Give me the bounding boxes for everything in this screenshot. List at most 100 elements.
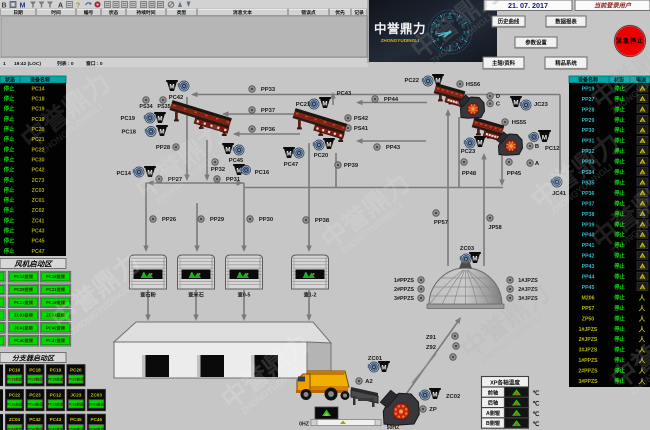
svg-text:优先: 优先 [335, 9, 345, 16]
svg-text:PC18变频: PC18变频 [46, 273, 66, 280]
svg-text:A侧辊: A侧辊 [486, 409, 501, 417]
svg-text:PP41: PP41 [582, 243, 595, 249]
svg-text:PC14: PC14 [116, 171, 131, 177]
svg-text:JC41变频: JC41变频 [14, 324, 33, 331]
svg-text:XP各轴温度: XP各轴温度 [490, 378, 520, 386]
svg-text:JC23: JC23 [70, 392, 81, 397]
svg-text:PC18: PC18 [29, 368, 41, 373]
svg-text:PC47: PC47 [32, 249, 45, 255]
svg-text:2C73: 2C73 [32, 178, 45, 184]
svg-text:PC30: PC30 [32, 157, 45, 163]
svg-text:2#PPZS: 2#PPZS [394, 287, 414, 293]
svg-text:PP28: PP28 [582, 107, 595, 113]
svg-text:前轴: 前轴 [488, 388, 498, 396]
svg-text:PC14变频: PC14变频 [14, 273, 34, 280]
svg-text:查1-2: 查1-2 [303, 291, 317, 299]
svg-text:人: 人 [639, 314, 646, 323]
svg-text:B: B [535, 144, 539, 150]
svg-text:停止: 停止 [4, 237, 15, 245]
svg-text:PC43: PC43 [337, 91, 352, 97]
svg-text:PC40变频: PC40变频 [14, 337, 34, 344]
svg-text:PC19启动: PC19启动 [48, 377, 64, 382]
svg-text:停止: 停止 [4, 135, 15, 143]
svg-text:19:42 (LOC): 19:42 (LOC) [14, 61, 41, 67]
svg-text:编号: 编号 [84, 9, 94, 16]
svg-text:1#JPZS: 1#JPZS [579, 327, 598, 333]
svg-text:停止: 停止 [4, 166, 15, 174]
svg-text:D: D [496, 94, 500, 100]
svg-text:持续时间: 持续时间 [136, 9, 155, 16]
svg-text:3#PPZS: 3#PPZS [578, 379, 598, 385]
svg-text:PC47变频: PC47变频 [46, 337, 66, 344]
svg-text:PC23: PC23 [461, 149, 476, 155]
svg-text:人: 人 [639, 324, 646, 333]
svg-text:PP57: PP57 [582, 306, 595, 312]
svg-text:50HZ: 50HZ [387, 425, 401, 430]
svg-text:M: M [286, 151, 291, 158]
svg-text:PP33: PP33 [261, 87, 276, 93]
svg-text:设备名称: 设备名称 [30, 77, 50, 84]
svg-text:ZC04启动: ZC04启动 [7, 426, 23, 430]
svg-text:PP38: PP38 [582, 212, 595, 218]
svg-text:停止: 停止 [4, 227, 15, 235]
svg-text:ZC03启动: ZC03启动 [89, 402, 105, 407]
svg-text:ZC01: ZC01 [32, 198, 45, 204]
svg-text:PP48: PP48 [462, 171, 477, 177]
svg-text:停止: 停止 [614, 335, 625, 343]
svg-text:PC47: PC47 [284, 162, 299, 168]
svg-text:PP57: PP57 [434, 220, 448, 226]
svg-text:ZC03变频: ZC03变频 [14, 312, 33, 319]
svg-text:PC23变频: PC23变频 [14, 299, 34, 306]
svg-text:Z92: Z92 [426, 345, 436, 351]
svg-text:PC45: PC45 [70, 417, 82, 422]
svg-text:B: B [1, 3, 6, 10]
svg-text:停止: 停止 [614, 189, 625, 197]
svg-text:PC21变频: PC21变频 [46, 286, 66, 293]
svg-text:状态: 状态 [5, 77, 15, 84]
svg-text:PC16: PC16 [255, 170, 270, 176]
svg-text:℃: ℃ [533, 390, 540, 397]
svg-text:PC46启动: PC46启动 [89, 426, 105, 430]
svg-text:PC22启动: PC22启动 [7, 402, 23, 407]
svg-text:PC42启动: PC42启动 [27, 426, 43, 430]
svg-text:PC14: PC14 [32, 86, 45, 92]
svg-text:错误点: 错误点 [301, 9, 316, 16]
svg-text:PC43: PC43 [32, 229, 45, 235]
svg-text:M: M [513, 100, 518, 107]
svg-text:PP36: PP36 [261, 127, 276, 133]
svg-text:PP30: PP30 [582, 128, 595, 134]
svg-text:1#PPZS: 1#PPZS [394, 278, 414, 284]
svg-text:停止: 停止 [4, 145, 15, 153]
svg-text:停止: 停止 [4, 84, 15, 92]
svg-text:HS56: HS56 [466, 82, 481, 88]
svg-text:M: M [435, 78, 440, 85]
svg-text:窗口 : 0: 窗口 : 0 [86, 60, 103, 67]
svg-text:M: M [322, 101, 327, 108]
svg-text:人: 人 [639, 303, 646, 312]
svg-text:停止: 停止 [614, 116, 625, 124]
svg-text:停止: 停止 [4, 196, 15, 204]
svg-text:PC18: PC18 [121, 130, 136, 136]
svg-text:停止: 停止 [4, 206, 15, 214]
svg-text:JC23启动: JC23启动 [68, 402, 83, 407]
svg-text:Z91: Z91 [426, 335, 437, 341]
svg-text:2#PPZS: 2#PPZS [578, 369, 598, 375]
svg-text:停止: 停止 [614, 178, 625, 186]
svg-text:℃: ℃ [533, 401, 540, 408]
svg-text:M: M [157, 116, 162, 123]
svg-text:M: M [542, 134, 547, 141]
svg-text:2#JPZS: 2#JPZS [579, 337, 598, 343]
svg-text:PP44: PP44 [582, 275, 595, 281]
svg-text:PC45: PC45 [32, 239, 45, 245]
svg-text:PC20: PC20 [314, 153, 329, 159]
svg-text:PS35: PS35 [157, 104, 170, 110]
svg-text:1: 1 [3, 61, 6, 67]
svg-text:M206: M206 [582, 295, 595, 301]
svg-text:ZC01: ZC01 [368, 356, 383, 362]
svg-text:ZC04: ZC04 [9, 417, 21, 422]
svg-text:停止: 停止 [614, 314, 625, 322]
svg-text:状态: 状态 [109, 9, 119, 16]
svg-text:停止: 停止 [4, 186, 15, 194]
svg-text:PC22: PC22 [9, 392, 21, 397]
svg-text:停止: 停止 [4, 155, 15, 163]
